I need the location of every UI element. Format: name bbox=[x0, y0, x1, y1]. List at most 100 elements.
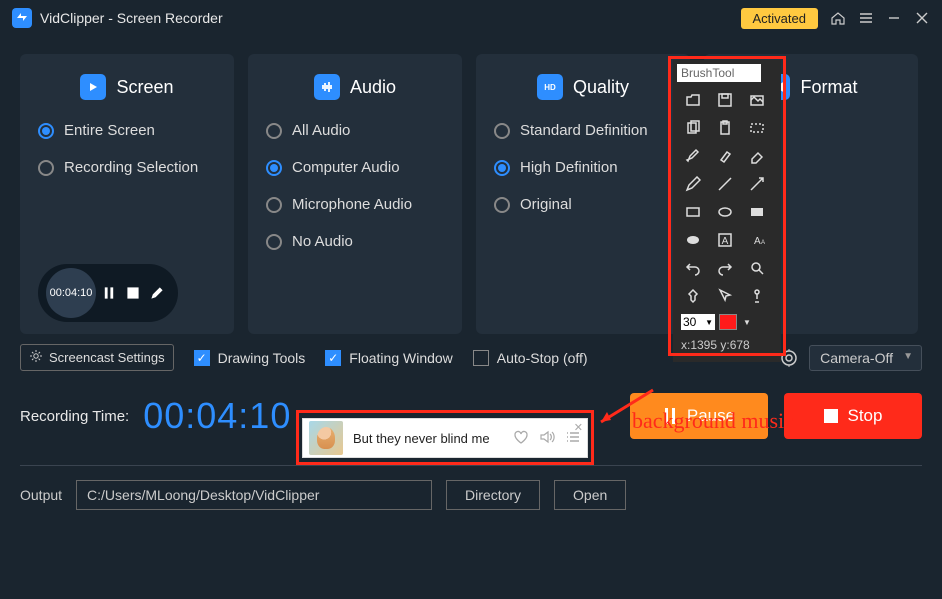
open-icon[interactable] bbox=[681, 88, 705, 112]
check-drawing-tools[interactable]: Drawing Tools bbox=[194, 350, 306, 366]
radio-indicator bbox=[266, 123, 282, 139]
ellipse-tool-icon[interactable] bbox=[713, 200, 737, 224]
rect-tool-icon[interactable] bbox=[681, 200, 705, 224]
radio-computer-audio[interactable]: Computer Audio bbox=[266, 159, 444, 176]
cursor-icon[interactable] bbox=[713, 284, 737, 308]
settings-label: Screencast Settings bbox=[49, 350, 165, 365]
filled-rect-icon[interactable] bbox=[745, 200, 769, 224]
eraser-icon[interactable] bbox=[745, 144, 769, 168]
radio-high-definition[interactable]: High Definition bbox=[494, 159, 672, 176]
brushtool-title: BrushTool bbox=[677, 64, 761, 82]
radio-indicator bbox=[38, 123, 54, 139]
radio-original[interactable]: Original bbox=[494, 196, 672, 213]
stop-icon[interactable] bbox=[126, 286, 140, 300]
radio-label: Microphone Audio bbox=[292, 196, 412, 213]
checkbox-indicator bbox=[473, 350, 489, 366]
brush-color-swatch[interactable] bbox=[719, 314, 737, 330]
screencast-settings-button[interactable]: Screencast Settings bbox=[20, 344, 174, 371]
radio-indicator bbox=[266, 234, 282, 250]
radio-no-audio[interactable]: No Audio bbox=[266, 233, 444, 250]
music-track-title: But they never blind me bbox=[353, 431, 490, 446]
directory-button[interactable]: Directory bbox=[446, 480, 540, 510]
radio-label: Computer Audio bbox=[292, 159, 400, 176]
radio-microphone-audio[interactable]: Microphone Audio bbox=[266, 196, 444, 213]
album-art bbox=[309, 421, 343, 455]
heart-icon[interactable] bbox=[513, 429, 529, 448]
svg-text:A: A bbox=[761, 240, 765, 246]
screenshot-icon[interactable] bbox=[745, 88, 769, 112]
radio-label: Standard Definition bbox=[520, 122, 648, 139]
camera-icon[interactable] bbox=[779, 348, 799, 368]
pencil-icon[interactable] bbox=[150, 286, 164, 300]
check-label: Floating Window bbox=[349, 350, 453, 366]
output-label: Output bbox=[20, 487, 62, 503]
card-quality: HD Quality Standard Definition High Defi… bbox=[476, 54, 690, 334]
radio-label: Original bbox=[520, 196, 572, 213]
radio-recording-selection[interactable]: Recording Selection bbox=[38, 159, 216, 176]
volume-icon[interactable] bbox=[539, 429, 555, 448]
svg-text:HD: HD bbox=[544, 83, 556, 92]
stop-label: Stop bbox=[848, 406, 883, 426]
copy-icon[interactable] bbox=[681, 116, 705, 140]
radio-indicator bbox=[266, 197, 282, 213]
radio-indicator bbox=[38, 160, 54, 176]
line-icon[interactable] bbox=[713, 172, 737, 196]
radio-all-audio[interactable]: All Audio bbox=[266, 122, 444, 139]
radio-label: No Audio bbox=[292, 233, 353, 250]
check-label: Auto-Stop (off) bbox=[497, 350, 588, 366]
filled-ellipse-icon[interactable] bbox=[681, 228, 705, 252]
pause-icon[interactable] bbox=[102, 286, 116, 300]
pencil-tool-icon[interactable] bbox=[681, 172, 705, 196]
brush-size-select[interactable]: 30 bbox=[681, 314, 715, 330]
card-screen: Screen Entire Screen Recording Selection… bbox=[20, 54, 234, 334]
music-close-icon[interactable]: ✕ bbox=[574, 421, 583, 434]
recording-time-value: 00:04:10 bbox=[143, 395, 291, 437]
home-icon[interactable] bbox=[830, 10, 846, 26]
music-player: But they never blind me ✕ bbox=[302, 418, 588, 458]
radio-standard-definition[interactable]: Standard Definition bbox=[494, 122, 672, 139]
radio-entire-screen[interactable]: Entire Screen bbox=[38, 122, 216, 139]
checkbox-indicator bbox=[325, 350, 341, 366]
output-path-field[interactable]: C:/Users/MLoong/Desktop/VidClipper bbox=[76, 480, 432, 510]
stop-button[interactable]: Stop bbox=[784, 393, 922, 439]
undo-icon[interactable] bbox=[681, 256, 705, 280]
redo-icon[interactable] bbox=[713, 256, 737, 280]
pin-icon[interactable] bbox=[681, 284, 705, 308]
checkbox-indicator bbox=[194, 350, 210, 366]
brush-color-dropdown[interactable]: ▼ bbox=[741, 318, 753, 327]
radio-label: Recording Selection bbox=[64, 159, 198, 176]
minimize-icon[interactable] bbox=[886, 10, 902, 26]
app-title: VidClipper - Screen Recorder bbox=[40, 10, 223, 26]
help-icon[interactable] bbox=[745, 284, 769, 308]
camera-select[interactable]: Camera-Off bbox=[809, 345, 922, 371]
menu-icon[interactable] bbox=[858, 10, 874, 26]
open-button[interactable]: Open bbox=[554, 480, 626, 510]
activated-badge: Activated bbox=[741, 8, 818, 29]
text-size-icon[interactable]: AA bbox=[745, 228, 769, 252]
check-auto-stop[interactable]: Auto-Stop (off) bbox=[473, 350, 588, 366]
radio-indicator bbox=[494, 160, 510, 176]
audio-icon bbox=[314, 74, 340, 100]
arrow-tool-icon[interactable] bbox=[745, 172, 769, 196]
zoom-icon[interactable] bbox=[745, 256, 769, 280]
highlighter-icon[interactable] bbox=[713, 144, 737, 168]
radio-label: Entire Screen bbox=[64, 122, 155, 139]
cards-row: Screen Entire Screen Recording Selection… bbox=[0, 36, 942, 342]
marquee-icon[interactable] bbox=[745, 116, 769, 140]
gear-icon bbox=[29, 349, 43, 366]
brush-icon[interactable] bbox=[681, 144, 705, 168]
card-quality-title: Quality bbox=[573, 77, 629, 98]
card-screen-title: Screen bbox=[116, 77, 173, 98]
mini-timer: 00:04:10 bbox=[46, 268, 96, 318]
app-logo bbox=[12, 8, 32, 28]
check-floating-window[interactable]: Floating Window bbox=[325, 350, 453, 366]
text-tool-icon[interactable]: A bbox=[713, 228, 737, 252]
card-audio-title: Audio bbox=[350, 77, 396, 98]
close-icon[interactable] bbox=[914, 10, 930, 26]
output-row: Output C:/Users/MLoong/Desktop/VidClippe… bbox=[0, 466, 942, 524]
save-icon[interactable] bbox=[713, 88, 737, 112]
check-label: Drawing Tools bbox=[218, 350, 306, 366]
paste-icon[interactable] bbox=[713, 116, 737, 140]
radio-indicator bbox=[266, 160, 282, 176]
radio-indicator bbox=[494, 197, 510, 213]
